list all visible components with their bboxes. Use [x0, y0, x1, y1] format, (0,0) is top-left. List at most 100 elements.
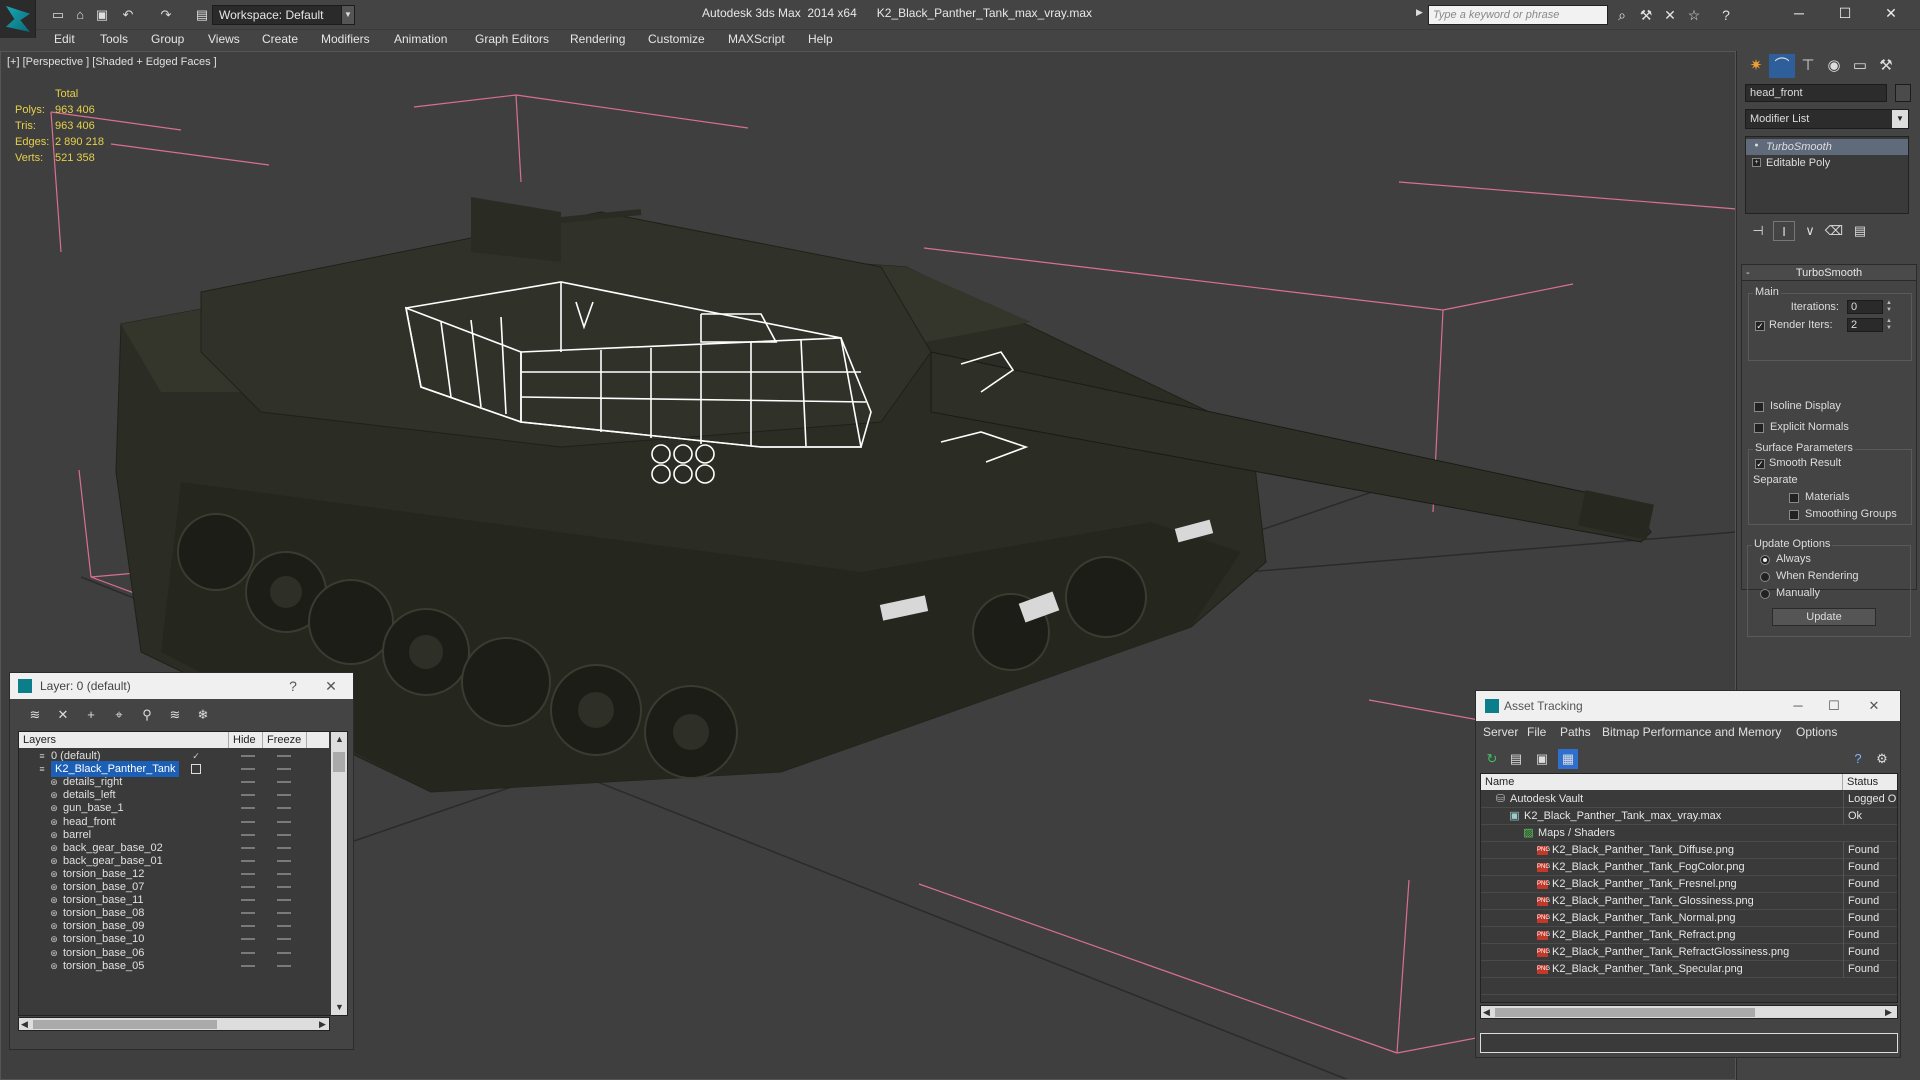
menu-options[interactable]: Options [1796, 725, 1837, 739]
remove-modifier-icon[interactable]: ⌫ [1823, 221, 1845, 241]
render-iters-spinner[interactable]: 2 [1847, 318, 1883, 332]
freeze-toggle[interactable] [277, 899, 291, 902]
create-layer-icon[interactable]: ≋ [24, 705, 46, 725]
layer-row[interactable]: ⊛ torsion_base_05 [19, 958, 329, 974]
asset-row[interactable]: PNG K2_Black_Panther_Tank_Fresnel.png Foun… [1481, 876, 1897, 893]
asset-row[interactable]: PNG K2_Black_Panther_Tank_Specular.png Fou… [1481, 961, 1897, 978]
scroll-down-icon[interactable]: ▼ [335, 1002, 344, 1012]
table-view-icon[interactable]: ▦ [1558, 749, 1578, 769]
hide-toggle[interactable] [241, 807, 255, 810]
scroll-right-icon[interactable]: ▶ [1885, 1007, 1892, 1018]
hide-toggle[interactable] [241, 846, 255, 849]
hide-toggle[interactable] [241, 859, 255, 862]
expand-icon[interactable]: + [1752, 158, 1761, 167]
configure-sets-icon[interactable]: ▤ [1849, 221, 1871, 241]
hide-toggle[interactable] [241, 781, 255, 784]
menu-group[interactable]: Group [151, 32, 184, 46]
column-status[interactable]: Status [1843, 774, 1897, 790]
set-current-layer-icon[interactable] [191, 764, 201, 775]
asset-row[interactable]: PNG K2_Black_Panther_Tank_RefractGlossine… [1481, 944, 1897, 961]
freeze-toggle[interactable] [277, 912, 291, 915]
freeze-toggle[interactable] [277, 781, 291, 784]
column-hide[interactable]: Hide [229, 732, 263, 748]
modifier-stack[interactable]: ● TurboSmooth + Editable Poly [1745, 136, 1909, 214]
menu-rendering[interactable]: Rendering [570, 32, 625, 46]
update-button[interactable]: Update [1772, 608, 1876, 626]
asset-row[interactable]: PNG K2_Black_Panther_Tank_Glossiness.png F… [1481, 893, 1897, 910]
scroll-right-icon[interactable]: ▶ [319, 1019, 326, 1030]
layer-vertical-scrollbar[interactable]: ▲ ▼ [331, 732, 347, 1015]
lightbulb-icon[interactable]: ● [1752, 142, 1761, 151]
smoothing-groups-checkbox[interactable] [1789, 510, 1799, 520]
freeze-toggle[interactable] [277, 964, 291, 967]
viewport-label[interactable]: [+] [Perspective ] [Shaded + Edged Faces… [7, 56, 217, 68]
close-icon[interactable]: ✕ [1856, 691, 1892, 721]
project-folder-icon[interactable]: ▤ [192, 5, 212, 25]
layer-list[interactable]: Layers Hide Freeze ≡ 0 (default) ✓ ≡ K2_Blac… [18, 731, 348, 1016]
spinner-arrows-icon[interactable]: ▲ ▼ [1885, 300, 1893, 314]
highlight-layer-icon[interactable]: ⚲ [136, 705, 158, 725]
freeze-toggle[interactable] [277, 755, 291, 757]
menu-modifiers[interactable]: Modifiers [321, 32, 370, 46]
menu-animation[interactable]: Animation [394, 32, 447, 46]
menu-maxscript[interactable]: MAXScript [728, 32, 785, 46]
scroll-thumb[interactable] [1495, 1008, 1755, 1017]
scroll-left-icon[interactable]: ◀ [21, 1019, 28, 1030]
modify-tab-icon[interactable]: ⌒ [1769, 54, 1795, 78]
hide-toggle[interactable] [241, 938, 255, 941]
menu-customize[interactable]: Customize [648, 32, 705, 46]
hide-toggle[interactable] [241, 820, 255, 823]
spinner-arrows-icon[interactable]: ▲ ▼ [1885, 318, 1893, 332]
menu-help[interactable]: Help [808, 32, 833, 46]
delete-layer-icon[interactable]: ✕ [52, 705, 74, 725]
help-button[interactable]: ? [278, 673, 308, 699]
chevron-down-icon[interactable]: ▼ [341, 5, 355, 25]
workspace-dropdown[interactable]: Workspace: Default [212, 5, 350, 25]
hide-toggle[interactable] [241, 912, 255, 915]
always-radio[interactable] [1760, 555, 1770, 565]
show-end-result-icon[interactable]: Ι [1773, 221, 1795, 241]
menu-tools[interactable]: Tools [100, 32, 128, 46]
freeze-toggle[interactable] [277, 833, 291, 836]
hide-all-icon[interactable]: ≋ [164, 705, 186, 725]
open-file-icon[interactable]: ⌂ [70, 5, 90, 25]
freeze-toggle[interactable] [277, 846, 291, 849]
asset-row[interactable]: PNG K2_Black_Panther_Tank_Normal.png Found [1481, 910, 1897, 927]
hide-toggle[interactable] [241, 964, 255, 967]
hide-toggle[interactable] [241, 872, 255, 875]
column-freeze[interactable]: Freeze [263, 732, 307, 748]
asset-list[interactable]: Name Status ⛁ Autodesk Vault Logged Out ▣ K2… [1480, 773, 1898, 1003]
help-icon[interactable]: ? [1848, 749, 1868, 769]
list-view-icon[interactable]: ▤ [1506, 749, 1526, 769]
chevron-down-icon[interactable]: ▼ [1892, 110, 1908, 128]
close-icon[interactable]: ✕ [1868, 0, 1914, 28]
scroll-left-icon[interactable]: ◀ [1483, 1007, 1490, 1018]
menu-graph-editors[interactable]: Graph Editors [475, 32, 549, 46]
iterations-spinner[interactable]: 0 [1847, 300, 1883, 314]
display-tab-icon[interactable]: ▭ [1847, 54, 1873, 78]
manually-radio[interactable] [1760, 589, 1770, 599]
menu-paths[interactable]: Paths [1560, 725, 1591, 739]
star-icon[interactable]: ☆ [1684, 6, 1704, 24]
pin-stack-icon[interactable]: ⊣ [1747, 221, 1769, 241]
freeze-toggle[interactable] [277, 768, 291, 771]
rollout-header[interactable]: - TurboSmooth [1742, 265, 1916, 281]
asset-row[interactable]: ▨ Maps / Shaders [1481, 825, 1897, 842]
asset-row[interactable]: ⛁ Autodesk Vault Logged Out [1481, 791, 1897, 808]
context-help-icon[interactable]: ⚙ [1872, 749, 1892, 769]
undo-icon[interactable]: ↶ [118, 5, 138, 25]
hide-toggle[interactable] [241, 925, 255, 928]
layer-name[interactable]: torsion_base_05 [63, 958, 144, 974]
menu-views[interactable]: Views [208, 32, 240, 46]
binoculars-icon[interactable]: ⌕ [1612, 6, 1632, 24]
freeze-toggle[interactable] [277, 794, 291, 797]
explicit-normals-checkbox[interactable] [1754, 423, 1764, 433]
freeze-all-icon[interactable]: ❄ [192, 705, 214, 725]
save-icon[interactable]: ▣ [92, 5, 112, 25]
thumbnail-view-icon[interactable]: ▣ [1532, 749, 1552, 769]
minimize-icon[interactable]: ─ [1776, 0, 1822, 28]
hide-toggle[interactable] [241, 951, 255, 954]
hide-toggle[interactable] [241, 755, 255, 757]
hide-toggle[interactable] [241, 899, 255, 902]
asset-path-field[interactable] [1480, 1033, 1898, 1053]
